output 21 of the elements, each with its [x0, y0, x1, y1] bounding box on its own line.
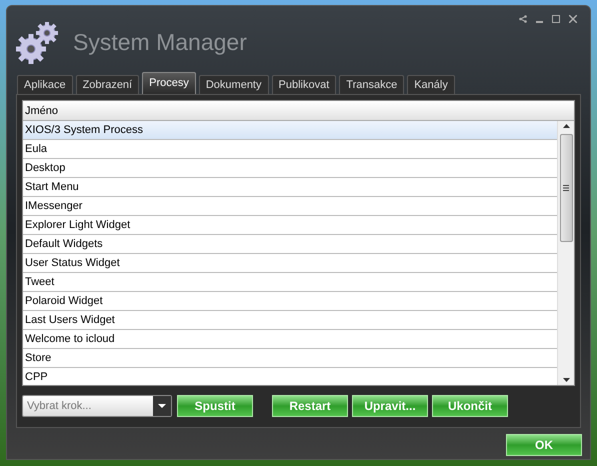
maximize-icon[interactable] — [552, 15, 560, 23]
scroll-thumb[interactable] — [560, 134, 572, 242]
tab[interactable]: Kanály — [407, 75, 455, 94]
tab[interactable]: Publikovat — [272, 75, 336, 94]
caret-icon — [158, 404, 166, 408]
share-icon[interactable] — [519, 15, 527, 23]
window-title: System Manager — [73, 28, 247, 57]
tab[interactable]: Transakce — [339, 75, 404, 94]
close-icon[interactable] — [569, 15, 577, 23]
scroll-up-icon[interactable] — [562, 124, 570, 128]
tab[interactable]: Aplikace — [17, 75, 73, 94]
tab[interactable]: Zobrazení — [76, 75, 140, 94]
column-header: Jméno — [23, 101, 574, 121]
step-select[interactable]: Vybrat krok... — [22, 395, 172, 417]
tab[interactable]: Dokumenty — [198, 75, 268, 94]
tab[interactable]: Procesy — [142, 72, 196, 94]
grip-icon — [563, 185, 569, 191]
gears-icon — [16, 19, 60, 65]
scroll-down-icon[interactable] — [562, 378, 570, 382]
scrollbar[interactable] — [557, 121, 574, 385]
process-row[interactable]: XIOS/3 System Process — [23, 121, 557, 140]
